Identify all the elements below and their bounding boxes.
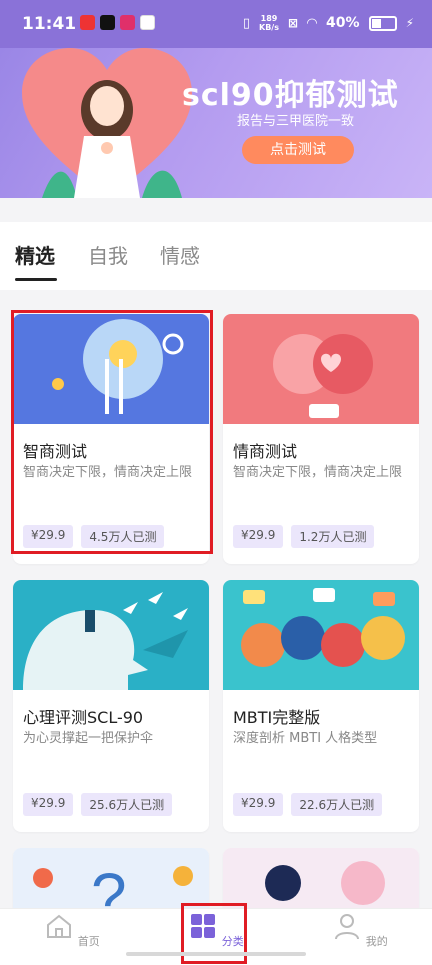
banner-title: scl90抑郁测试: [182, 78, 399, 113]
test-card-partial[interactable]: ?: [13, 848, 209, 908]
app-notification-icon: [80, 15, 95, 30]
card-tags: ¥29.9 1.2万人已测: [233, 525, 375, 548]
iq-test-illustration: [13, 314, 209, 424]
card-tags: ¥29.9 4.5万人已测: [23, 525, 165, 548]
price-tag: ¥29.9: [23, 793, 74, 816]
grid-icon: [191, 914, 216, 938]
test-count-tag: 4.5万人已测: [81, 525, 165, 548]
promo-banner[interactable]: scl90抑郁测试 报告与三甲医院一致 点击测试: [0, 48, 432, 198]
test-card-illustration: ?: [13, 848, 209, 908]
card-title: 智商测试: [23, 442, 88, 461]
price-tag: ¥29.9: [233, 793, 284, 816]
nav-category[interactable]: 分类: [181, 911, 251, 949]
network-speed: 189 KB/s: [259, 14, 279, 32]
test-card-scl90[interactable]: 心理评测SCL-90 为心灵撑起一把保护伞 ¥29.9 25.6万人已测: [13, 580, 209, 832]
active-tab-indicator: [15, 278, 57, 281]
banner-test-button[interactable]: 点击测试: [242, 136, 354, 164]
sim-icon: ⊠: [287, 16, 299, 30]
card-tags: ¥29.9 25.6万人已测: [23, 793, 173, 816]
test-card-eq[interactable]: 情商测试 智商决定下限，情商决定上限 ¥29.9 1.2万人已测: [223, 314, 419, 564]
card-description: 为心灵撑起一把保护伞: [23, 731, 154, 746]
test-count-tag: 25.6万人已测: [81, 793, 173, 816]
nav-category-label: 分类: [221, 935, 244, 948]
user-icon: [335, 914, 360, 940]
svg-text:?: ?: [91, 860, 127, 908]
tab-featured[interactable]: 精选: [15, 240, 55, 269]
nav-home[interactable]: 首页: [37, 911, 107, 949]
bottom-navigation: 首页 分类 我的: [0, 908, 432, 965]
card-title: 心理评测SCL-90: [23, 708, 144, 727]
price-tag: ¥29.9: [23, 525, 74, 548]
banner-subtitle: 报告与三甲医院一致: [237, 114, 355, 129]
heart-illustration: [22, 48, 192, 198]
test-count-tag: 1.2万人已测: [291, 525, 375, 548]
battery-icon: [368, 15, 397, 31]
tab-self[interactable]: 自我: [88, 240, 128, 269]
network-speed-value: 189: [260, 14, 278, 23]
price-tag: ¥29.9: [233, 525, 284, 548]
scl90-test-illustration: [13, 580, 209, 690]
home-icon: [47, 914, 72, 938]
status-time: 11:41: [22, 14, 77, 34]
test-card-grid: 智商测试 智商决定下限，情商决定上限 ¥29.9 4.5万人已测 情商测试 智商…: [0, 290, 432, 908]
card-description: 智商决定下限，情商决定上限: [233, 465, 403, 480]
nav-mine-label: 我的: [365, 935, 388, 948]
vibrate-icon: ▯: [242, 15, 250, 31]
nav-home-label: 首页: [77, 935, 100, 948]
mbti-test-illustration: [223, 580, 419, 690]
test-card-mbti[interactable]: MBTI完整版 深度剖析 MBTI 人格类型 ¥29.9 22.6万人已测: [223, 580, 419, 832]
tiktok-icon: [100, 15, 115, 30]
status-bar: 11:41 ▯ 189 KB/s ⊠ ◠ 40% ⚡: [0, 0, 432, 48]
test-card-iq[interactable]: 智商测试 智商决定下限，情商决定上限 ¥29.9 4.5万人已测: [13, 314, 209, 564]
test-card-partial[interactable]: [223, 848, 419, 908]
status-right: ▯ 189 KB/s ⊠ ◠ 40% ⚡: [243, 14, 414, 32]
network-speed-unit: KB/s: [259, 23, 279, 32]
wifi-icon: ◠: [307, 15, 318, 31]
home-indicator: [126, 952, 306, 956]
nav-mine[interactable]: 我的: [325, 911, 395, 949]
card-tags: ¥29.9 22.6万人已测: [233, 793, 383, 816]
charging-icon: ⚡: [405, 16, 414, 30]
card-title: MBTI完整版: [233, 708, 321, 727]
eq-test-illustration: [223, 314, 419, 424]
battery-percent: 40%: [326, 15, 360, 31]
notification-icons: [80, 15, 155, 30]
tab-emotion[interactable]: 情感: [160, 240, 200, 269]
card-description: 智商决定下限，情商决定上限: [23, 465, 193, 480]
card-description: 深度剖析 MBTI 人格类型: [233, 731, 378, 746]
app-notification-icon: [140, 15, 155, 30]
test-card-illustration: [223, 848, 419, 908]
card-title: 情商测试: [233, 442, 298, 461]
category-tabs: 精选 自我 情感: [0, 222, 432, 290]
app-notification-icon: [120, 15, 135, 30]
test-count-tag: 22.6万人已测: [291, 793, 383, 816]
